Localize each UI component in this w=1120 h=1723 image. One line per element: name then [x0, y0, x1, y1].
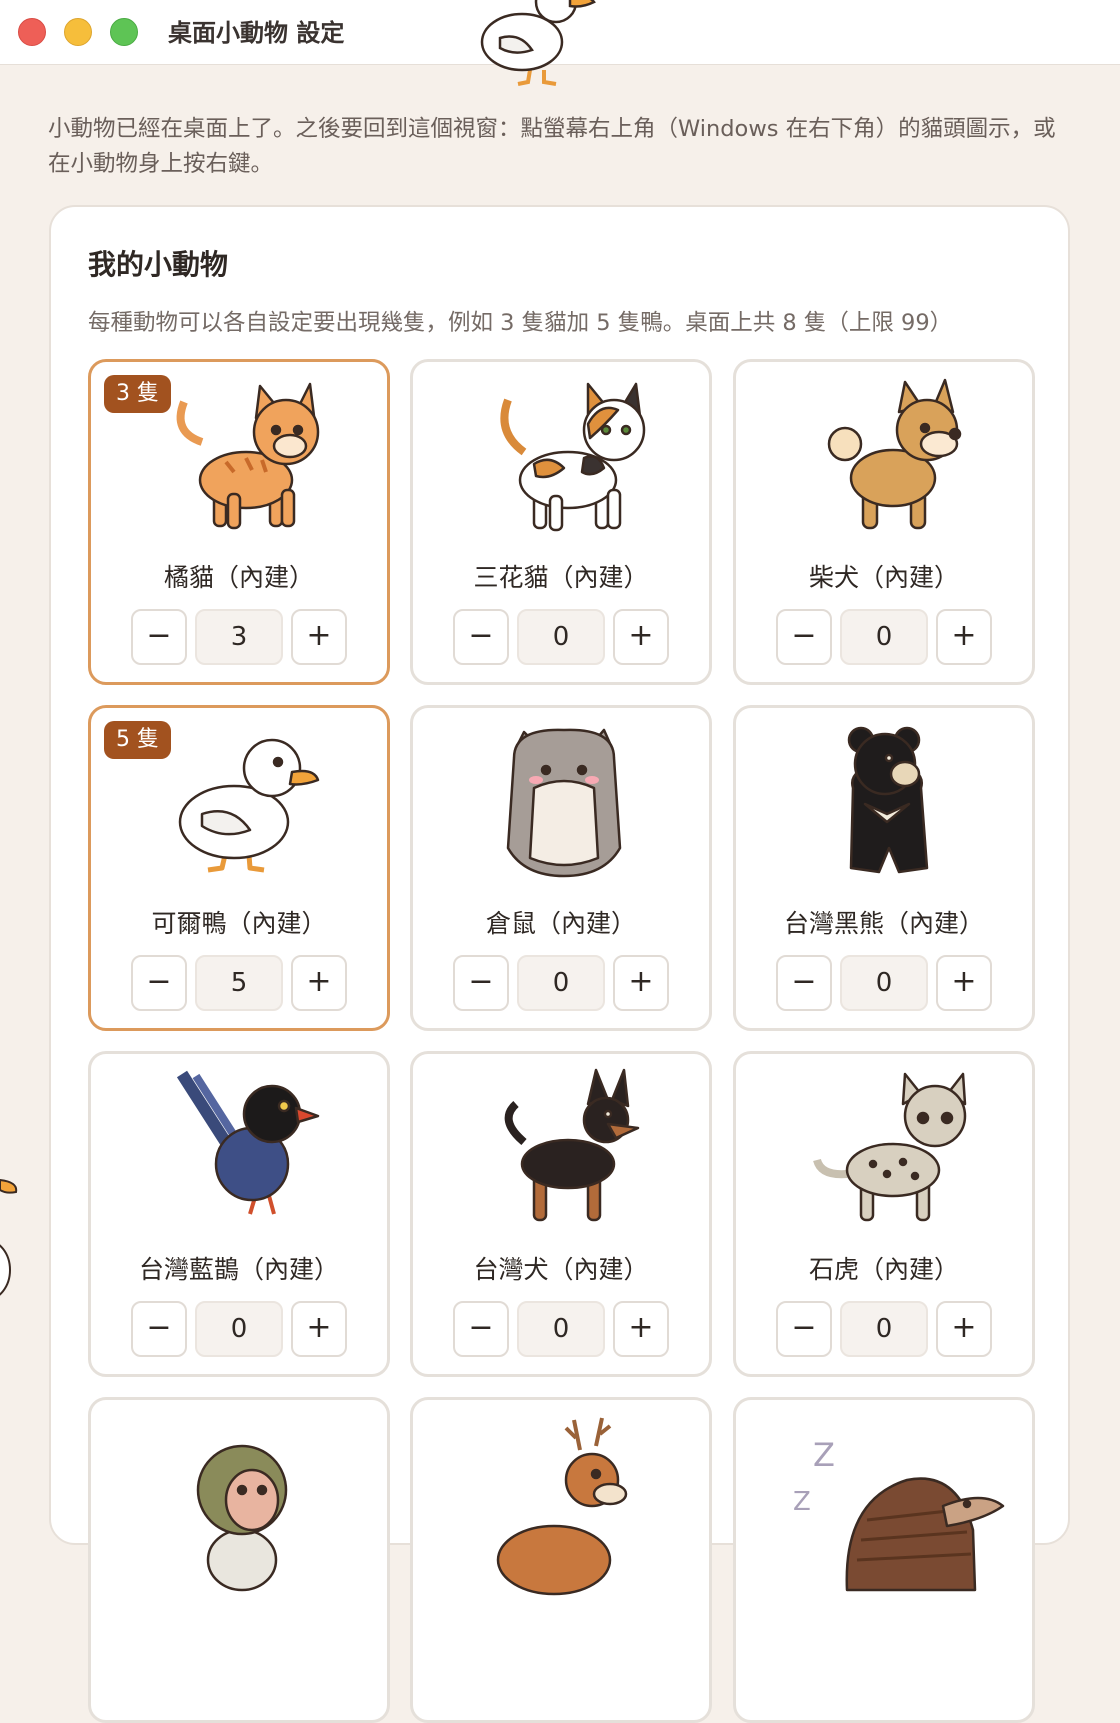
desktop-duck-pet-icon[interactable] [470, 0, 600, 92]
animal-card[interactable] [88, 1397, 390, 1723]
minimize-window-button[interactable] [64, 18, 92, 46]
close-window-button[interactable] [18, 18, 46, 46]
zoom-window-button[interactable] [110, 18, 138, 46]
increment-button[interactable]: + [291, 955, 347, 1011]
quantity-stepper: −0 + [453, 609, 673, 667]
decrement-button[interactable]: − [453, 609, 509, 665]
deer-icon [484, 1410, 644, 1596]
orange-cat-icon [162, 372, 322, 542]
decrement-button[interactable]: − [453, 1301, 509, 1357]
decrement-button[interactable]: − [776, 609, 832, 665]
window-title: 桌面小動物 設定 [168, 19, 345, 47]
animal-card[interactable]: 3 隻 橘貓（內建） −3 + [88, 359, 390, 685]
decrement-button[interactable]: − [453, 955, 509, 1011]
quantity-value[interactable]: 5 [195, 955, 283, 1011]
animal-name: 台灣犬（內建） [473, 1255, 649, 1284]
animal-card[interactable]: Z Z [733, 1397, 1035, 1723]
quantity-stepper: −0 + [453, 955, 673, 1013]
quantity-stepper: −0 + [131, 1301, 351, 1359]
animal-card[interactable]: 石虎（內建） −0 + [733, 1051, 1035, 1377]
my-pets-panel: 我的小動物 每種動物可以各自設定要出現幾隻，例如 3 隻貓加 5 隻鴨。桌面上共… [49, 205, 1070, 1723]
calico-cat-icon [484, 372, 646, 542]
quantity-stepper: −0 + [776, 609, 996, 667]
animal-name: 台灣藍鵲（內建） [138, 1255, 339, 1284]
animal-card[interactable]: 三花貓（內建） −0 + [410, 359, 712, 685]
animal-name: 橘貓（內建） [163, 563, 314, 592]
quantity-stepper: −5 + [131, 955, 351, 1013]
shiba-icon [807, 372, 967, 542]
quantity-stepper: −0 + [776, 955, 996, 1013]
animal-card[interactable]: 台灣藍鵲（內建） −0 + [88, 1051, 390, 1377]
animal-card[interactable]: 台灣黑熊（內建） −0 + [733, 705, 1035, 1031]
quantity-value[interactable]: 0 [840, 609, 928, 665]
decrement-button[interactable]: − [776, 955, 832, 1011]
pangolin-icon: Z Z [793, 1410, 1005, 1592]
animal-name: 倉鼠（內建） [485, 909, 636, 938]
decrement-button[interactable]: − [131, 609, 187, 665]
count-badge: 5 隻 [104, 721, 171, 759]
animal-card[interactable]: 台灣犬（內建） −0 + [410, 1051, 712, 1377]
increment-button[interactable]: + [613, 1301, 669, 1357]
quantity-value[interactable]: 0 [517, 1301, 605, 1357]
quantity-value[interactable]: 3 [195, 609, 283, 665]
increment-button[interactable]: + [291, 1301, 347, 1357]
increment-button[interactable]: + [936, 609, 992, 665]
animal-name: 台灣黑熊（內建） [783, 909, 984, 938]
quantity-value[interactable]: 0 [195, 1301, 283, 1357]
increment-button[interactable]: + [936, 955, 992, 1011]
animal-name: 可爾鴨（內建） [151, 909, 327, 938]
quantity-value[interactable]: 0 [840, 1301, 928, 1357]
intro-text: 小動物已經在桌面上了。之後要回到這個視窗：點螢幕右上角（Windows 在右下角… [48, 116, 1056, 177]
macaque-icon [162, 1410, 322, 1592]
animal-name: 石虎（內建） [808, 1255, 959, 1284]
increment-button[interactable]: + [613, 609, 669, 665]
animal-card[interactable]: 柴犬（內建） −0 + [733, 359, 1035, 685]
black-bear-icon [807, 718, 967, 888]
quantity-stepper: −0 + [776, 1301, 996, 1359]
quantity-value[interactable]: 0 [517, 609, 605, 665]
hamster-icon [484, 718, 644, 888]
svg-text:Z: Z [813, 1436, 835, 1474]
taiwan-dog-icon [484, 1064, 644, 1234]
animal-card[interactable]: 倉鼠（內建） −0 + [410, 705, 712, 1031]
increment-button[interactable]: + [291, 609, 347, 665]
decrement-button[interactable]: − [131, 955, 187, 1011]
animal-name: 三花貓（內建） [473, 563, 649, 592]
quantity-stepper: −3 + [131, 609, 351, 667]
leopard-cat-icon [807, 1064, 967, 1234]
decrement-button[interactable]: − [776, 1301, 832, 1357]
animal-card[interactable] [410, 1397, 712, 1723]
quantity-value[interactable]: 0 [840, 955, 928, 1011]
call-duck-icon [162, 718, 322, 888]
quantity-stepper: −0 + [453, 1301, 673, 1359]
animal-name: 柴犬（內建） [808, 563, 959, 592]
desktop-duck-pet-icon[interactable] [0, 1170, 20, 1310]
panel-title: 我的小動物 [88, 248, 229, 281]
quantity-value[interactable]: 0 [517, 955, 605, 1011]
increment-button[interactable]: + [936, 1301, 992, 1357]
panel-subtitle: 每種動物可以各自設定要出現幾隻，例如 3 隻貓加 5 隻鴨。桌面上共 8 隻（上… [88, 310, 953, 336]
animal-card[interactable]: 5 隻 可爾鴨（內建） −5 + [88, 705, 390, 1031]
decrement-button[interactable]: − [131, 1301, 187, 1357]
svg-text:Z: Z [793, 1487, 811, 1517]
increment-button[interactable]: + [613, 955, 669, 1011]
count-badge: 3 隻 [104, 375, 171, 413]
blue-magpie-icon [162, 1064, 322, 1234]
